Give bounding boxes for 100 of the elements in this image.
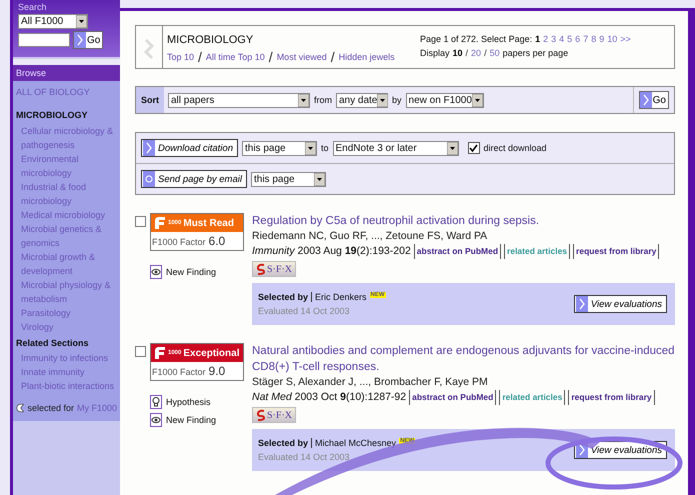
chevron-icon <box>74 32 86 48</box>
footer-text: selected for <box>27 403 74 413</box>
factor-label: F1000 Factor <box>152 237 206 247</box>
separator: / <box>198 51 202 63</box>
list-link[interactable]: All time Top 10 <box>206 52 265 62</box>
page-link[interactable]: 7 <box>583 34 588 44</box>
bracket-link[interactable]: related articles <box>499 390 566 405</box>
separator: / <box>330 51 335 63</box>
sidebar-item[interactable]: Microbial growth & development <box>16 250 117 278</box>
page-link[interactable]: 3 <box>551 34 556 44</box>
sidebar-item[interactable]: Innate immunity <box>16 365 117 379</box>
display-suffix: papers per page <box>502 48 568 58</box>
page-link[interactable]: >> <box>620 34 631 44</box>
dropdown[interactable]: EndNote 3 or later <box>332 140 459 156</box>
sidebar-item[interactable]: Plant-biotic interactions <box>16 379 117 393</box>
evaluator-name: Eric Denkers <box>315 292 367 302</box>
sidebar-item[interactable]: Environmental microbiology <box>16 152 117 180</box>
logo-icon <box>154 346 166 360</box>
factor-value: 6.0 <box>208 234 226 248</box>
bracket-link[interactable]: request from library <box>568 390 655 405</box>
by-label: by <box>392 95 402 105</box>
rating-label: Must Read <box>183 218 234 228</box>
section-heading: Related Sections <box>16 338 90 348</box>
factor-label: F1000 Factor <box>152 367 206 377</box>
dropdown[interactable]: All F1000 <box>18 14 88 29</box>
dropdown[interactable]: any date <box>336 92 388 108</box>
dropdown[interactable]: this page <box>250 172 326 186</box>
chevron-icon <box>576 296 588 312</box>
sfx-button[interactable]: S·F·X <box>252 407 296 423</box>
download-citation-button[interactable]: Download citation <box>141 139 238 157</box>
caret-icon <box>314 172 325 186</box>
section-heading: MICROBIOLOGY <box>16 110 88 120</box>
page-link[interactable]: 1 <box>535 34 540 44</box>
page-size-link[interactable]: 50 <box>490 48 500 58</box>
sidebar-item[interactable]: Parasitology <box>16 306 117 320</box>
list-link[interactable]: Most viewed <box>276 52 327 62</box>
browse-heading: Browse <box>13 65 120 81</box>
separator: / <box>484 48 487 58</box>
page-size-link[interactable]: 20 <box>471 48 482 58</box>
evaluator-name: Michael McChesney <box>315 438 396 448</box>
bracket-link[interactable]: request from library <box>573 244 660 259</box>
rating-label: Exceptional <box>183 348 240 358</box>
display-label: Display <box>420 48 450 58</box>
paper-title[interactable]: Natural antibodies and complement are endogenous adjuvants for vaccine-induced CD8(+) T-cell responses. <box>252 343 675 375</box>
caret-icon <box>305 142 316 154</box>
dropdown[interactable]: new on F1000 <box>406 92 484 108</box>
sidebar-item[interactable]: Microbial genetics & genomics <box>16 222 117 250</box>
checkbox[interactable] <box>135 216 146 227</box>
bracket-link[interactable]: related articles <box>504 244 570 259</box>
check-icon <box>469 144 478 152</box>
sfx-button[interactable]: S·F·X <box>252 261 296 277</box>
sidebar-item[interactable]: Cellular microbiology & pathogenesis <box>16 124 117 152</box>
caret-icon <box>377 94 388 106</box>
checkbox[interactable] <box>135 346 146 357</box>
sidebar-item[interactable]: Virology <box>16 320 117 334</box>
lightbulb-icon <box>150 395 162 409</box>
bracket-link[interactable]: abstract on PubMed <box>414 244 502 259</box>
page-link[interactable]: 10 <box>607 34 618 44</box>
page-size-link[interactable]: 10 <box>452 48 463 58</box>
sidebar-item[interactable]: Immunity to infections <box>16 351 117 365</box>
chevron-icon <box>143 140 155 156</box>
go-button[interactable]: Go <box>638 91 669 109</box>
dropdown[interactable]: all papers <box>168 92 310 108</box>
pager-label: Page 1 of 272. Select Page: <box>420 34 532 44</box>
page-link[interactable]: 6 <box>575 34 580 44</box>
tag-label: New Finding <box>166 415 216 425</box>
authors: Stäger S, Alexander J, ..., Brombacher F, Kaye PM <box>252 375 488 390</box>
bracket-link[interactable]: abstract on PubMed <box>409 390 496 405</box>
send-email-button[interactable]: Send page by email <box>141 170 247 188</box>
list-link[interactable]: Top 10 <box>167 52 194 62</box>
bookmark-icon <box>16 403 24 413</box>
page-link[interactable]: 4 <box>559 34 564 44</box>
dropdown[interactable]: this page <box>242 140 317 156</box>
list-link[interactable]: Hidden jewels <box>338 52 395 62</box>
checkbox-label: direct download <box>484 143 547 153</box>
page-link[interactable]: 2 <box>543 34 548 44</box>
view-evaluations-button[interactable]: View evaluations <box>574 295 667 313</box>
caret-icon <box>298 94 309 106</box>
sidebar-item[interactable]: Medical microbiology <box>16 208 117 222</box>
swirl-icon <box>256 263 266 275</box>
page-link[interactable]: 8 <box>591 34 596 44</box>
my-f1000-link[interactable]: My F1000 <box>76 403 117 413</box>
tag-label: New Finding <box>166 267 216 277</box>
logo-icon <box>154 216 166 230</box>
eye-icon <box>150 265 162 279</box>
go-button[interactable]: Go <box>73 31 104 49</box>
authors: Riedemann NC, Guo RF, ..., Zetoune FS, Ward PA <box>252 229 488 244</box>
swirl-icon <box>256 409 266 421</box>
sidebar-link[interactable]: ALL OF BIOLOGY <box>16 87 117 97</box>
evaluated-date: Evaluated 14 Oct 2003 <box>258 452 351 462</box>
page-link[interactable]: 9 <box>599 34 604 44</box>
factor-value: 9.0 <box>208 364 226 378</box>
checkbox[interactable] <box>468 142 480 154</box>
page-link[interactable]: 5 <box>567 34 572 44</box>
sidebar-item[interactable]: Industrial & food microbiology <box>16 180 117 208</box>
paper-title[interactable]: Regulation by C5a of neutrophil activation during sepsis. <box>252 213 540 229</box>
selected-by-label: Selected by <box>258 292 312 302</box>
separator: / <box>268 51 273 63</box>
sidebar-item[interactable]: Microbial physiology & metabolism <box>16 278 117 306</box>
search-field[interactable] <box>18 33 70 47</box>
